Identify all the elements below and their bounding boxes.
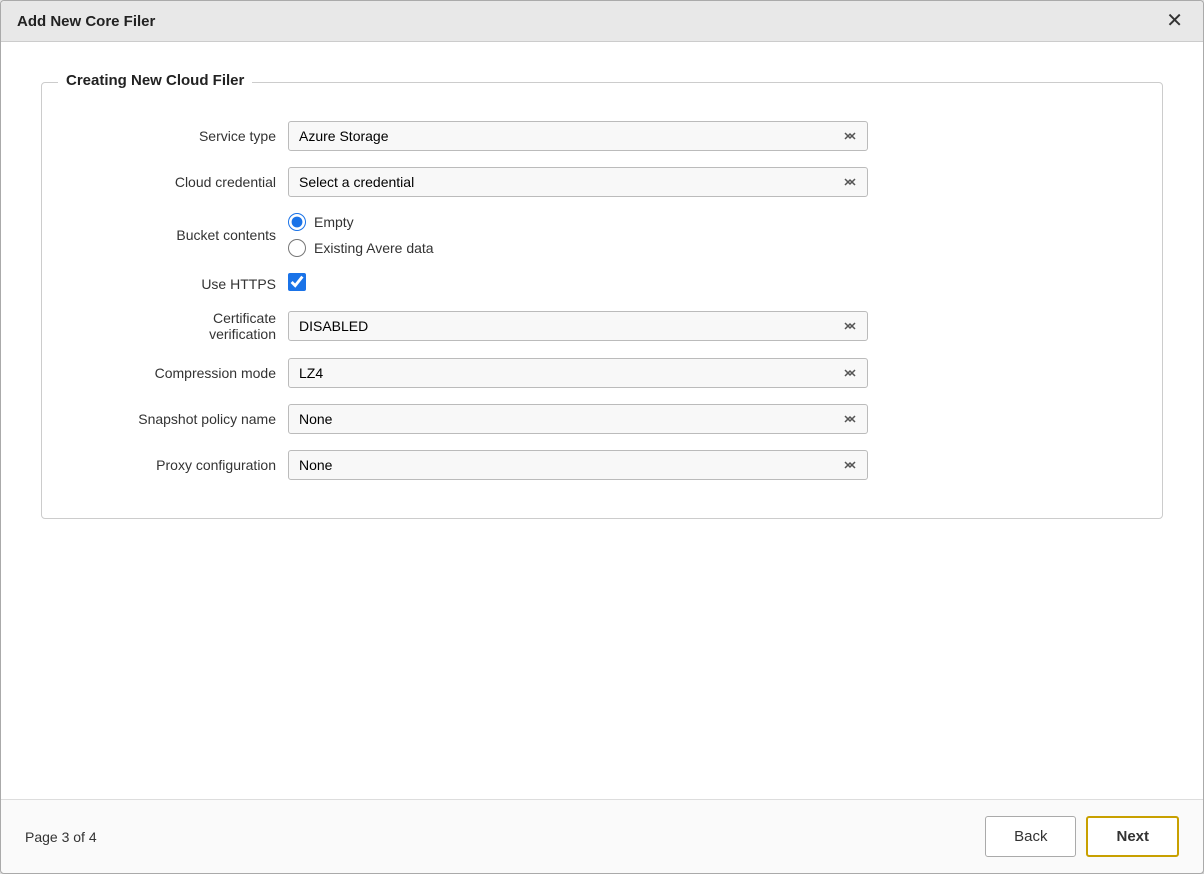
service-type-select[interactable]: Azure Storage Amazon S3 Google Cloud Sto… bbox=[288, 121, 868, 151]
bucket-empty-radio[interactable] bbox=[288, 213, 306, 231]
dialog-title: Add New Core Filer bbox=[17, 13, 155, 30]
snapshot-policy-label: Snapshot policy name bbox=[62, 396, 282, 442]
cloud-credential-row: Cloud credential Select a credential bbox=[62, 159, 1132, 205]
back-button[interactable]: Back bbox=[985, 816, 1076, 857]
bucket-contents-row: Bucket contents Empty Existing Avere dat… bbox=[62, 205, 1132, 265]
cert-verification-label: Certificateverification bbox=[62, 302, 282, 350]
use-https-label: Use HTTPS bbox=[62, 265, 282, 302]
close-button[interactable]: ✕ bbox=[1162, 11, 1187, 31]
proxy-config-select[interactable]: None bbox=[288, 450, 868, 480]
cert-verification-label-text: Certificateverification bbox=[209, 310, 276, 342]
bucket-radio-group: Empty Existing Avere data bbox=[288, 213, 1126, 257]
compression-mode-label: Compression mode bbox=[62, 350, 282, 396]
cloud-credential-control: Select a credential bbox=[282, 159, 1132, 205]
compression-mode-select[interactable]: LZ4 None GZIP bbox=[288, 358, 868, 388]
compression-mode-row: Compression mode LZ4 None GZIP bbox=[62, 350, 1132, 396]
proxy-config-row: Proxy configuration None bbox=[62, 442, 1132, 488]
cloud-credential-label: Cloud credential bbox=[62, 159, 282, 205]
dialog: Add New Core Filer ✕ Creating New Cloud … bbox=[0, 0, 1204, 874]
form-table: Service type Azure Storage Amazon S3 Goo… bbox=[62, 113, 1132, 488]
cert-verification-row: Certificateverification DISABLED ENABLED bbox=[62, 302, 1132, 350]
service-type-row: Service type Azure Storage Amazon S3 Goo… bbox=[62, 113, 1132, 159]
bucket-contents-label: Bucket contents bbox=[62, 205, 282, 265]
bucket-empty-option[interactable]: Empty bbox=[288, 213, 1126, 231]
proxy-config-control: None bbox=[282, 442, 1132, 488]
use-https-checkbox[interactable] bbox=[288, 273, 306, 291]
bucket-contents-control: Empty Existing Avere data bbox=[282, 205, 1132, 265]
bucket-existing-radio[interactable] bbox=[288, 239, 306, 257]
use-https-row: Use HTTPS bbox=[62, 265, 1132, 302]
service-type-label: Service type bbox=[62, 113, 282, 159]
cloud-credential-select[interactable]: Select a credential bbox=[288, 167, 868, 197]
bucket-empty-label: Empty bbox=[314, 214, 354, 230]
snapshot-policy-select[interactable]: None bbox=[288, 404, 868, 434]
section-box: Creating New Cloud Filer Service type Az… bbox=[41, 82, 1163, 519]
page-info: Page 3 of 4 bbox=[25, 829, 97, 845]
compression-mode-control: LZ4 None GZIP bbox=[282, 350, 1132, 396]
service-type-control: Azure Storage Amazon S3 Google Cloud Sto… bbox=[282, 113, 1132, 159]
cert-verification-select[interactable]: DISABLED ENABLED bbox=[288, 311, 868, 341]
bucket-existing-option[interactable]: Existing Avere data bbox=[288, 239, 1126, 257]
use-https-control bbox=[282, 265, 1132, 302]
cert-verification-control: DISABLED ENABLED bbox=[282, 302, 1132, 350]
dialog-body: Creating New Cloud Filer Service type Az… bbox=[1, 42, 1203, 799]
proxy-config-label: Proxy configuration bbox=[62, 442, 282, 488]
snapshot-policy-row: Snapshot policy name None bbox=[62, 396, 1132, 442]
snapshot-policy-control: None bbox=[282, 396, 1132, 442]
section-legend: Creating New Cloud Filer bbox=[58, 72, 252, 89]
dialog-header: Add New Core Filer ✕ bbox=[1, 1, 1203, 42]
dialog-footer: Page 3 of 4 Back Next bbox=[1, 799, 1203, 873]
next-button[interactable]: Next bbox=[1086, 816, 1179, 857]
bucket-existing-label: Existing Avere data bbox=[314, 240, 434, 256]
footer-buttons: Back Next bbox=[985, 816, 1179, 857]
